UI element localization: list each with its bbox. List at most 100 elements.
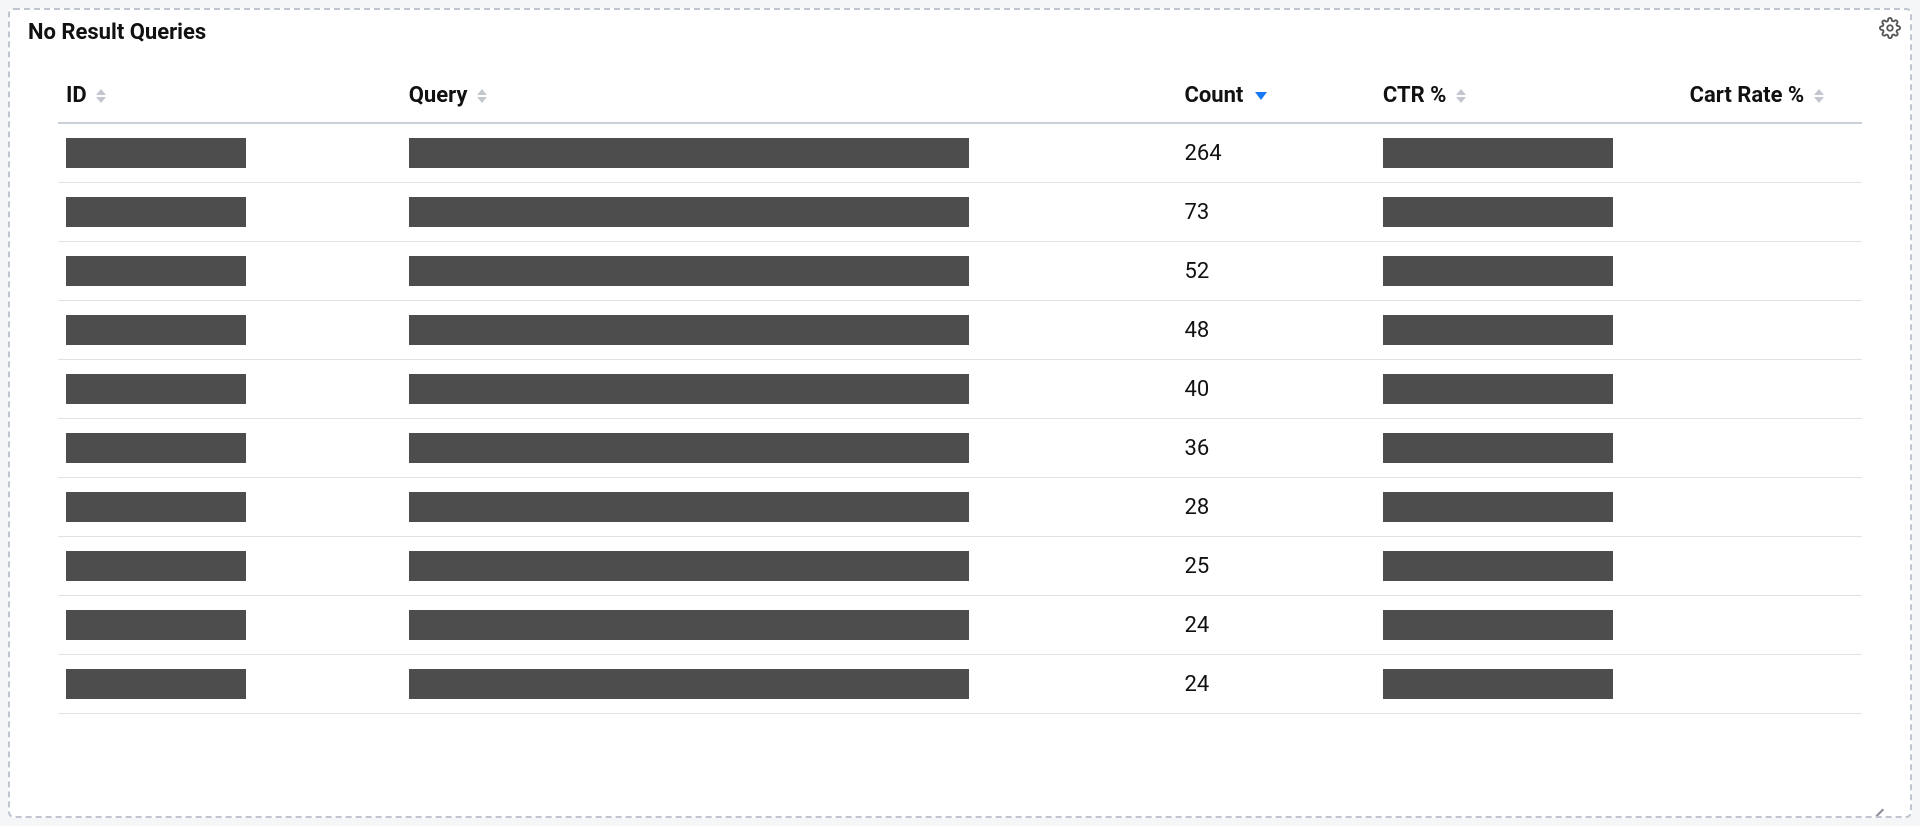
cell-id: [58, 183, 401, 242]
redacted-block: [1383, 138, 1613, 168]
panel-header: No Result Queries: [10, 10, 1910, 49]
table-row[interactable]: 25: [58, 537, 1862, 596]
count-value: 264: [1184, 141, 1221, 166]
redacted-block: [1383, 374, 1613, 404]
cell-ctr: [1375, 655, 1682, 714]
cell-cart: [1682, 123, 1862, 183]
cell-ctr: [1375, 537, 1682, 596]
cell-query: [401, 301, 1177, 360]
count-value: 24: [1184, 672, 1209, 697]
cell-query: [401, 655, 1177, 714]
redacted-block: [66, 256, 246, 286]
cell-count: 36: [1176, 419, 1374, 478]
cell-ctr: [1375, 183, 1682, 242]
count-value: 24: [1184, 613, 1209, 638]
no-result-queries-panel: No Result Queries: [8, 8, 1912, 818]
redacted-block: [409, 138, 969, 168]
redacted-block: [409, 315, 969, 345]
redacted-block: [66, 374, 246, 404]
panel-title: No Result Queries: [28, 20, 206, 45]
redacted-block: [409, 433, 969, 463]
redacted-block: [66, 433, 246, 463]
sort-icon: [1456, 89, 1466, 103]
col-header-label: CTR %: [1383, 83, 1447, 108]
cell-count: 48: [1176, 301, 1374, 360]
queries-table: ID Query Count: [58, 65, 1862, 714]
redacted-block: [409, 551, 969, 581]
scroll-spacer: [58, 714, 1862, 806]
cell-query: [401, 242, 1177, 301]
redacted-block: [409, 197, 969, 227]
cell-query: [401, 537, 1177, 596]
redacted-block: [1383, 256, 1613, 286]
cell-id: [58, 596, 401, 655]
panel-settings-button[interactable]: [1876, 16, 1904, 44]
redacted-block: [409, 374, 969, 404]
cell-ctr: [1375, 123, 1682, 183]
col-header-label: Cart Rate %: [1690, 83, 1805, 108]
table-row[interactable]: 24: [58, 596, 1862, 655]
count-value: 25: [1184, 554, 1209, 579]
redacted-block: [409, 610, 969, 640]
redacted-block: [1383, 551, 1613, 581]
cell-count: 25: [1176, 537, 1374, 596]
count-value: 28: [1184, 495, 1209, 520]
redacted-block: [66, 315, 246, 345]
cell-ctr: [1375, 596, 1682, 655]
col-header-ctr[interactable]: CTR %: [1375, 65, 1682, 123]
redacted-block: [1383, 433, 1613, 463]
redacted-block: [1383, 610, 1613, 640]
table-row[interactable]: 264: [58, 123, 1862, 183]
cell-ctr: [1375, 360, 1682, 419]
cell-ctr: [1375, 419, 1682, 478]
col-header-label: Count: [1184, 83, 1243, 108]
redacted-block: [1383, 492, 1613, 522]
redacted-block: [1383, 197, 1613, 227]
cell-cart: [1682, 183, 1862, 242]
cell-count: 24: [1176, 655, 1374, 714]
cell-query: [401, 360, 1177, 419]
table-scroll-area[interactable]: ID Query Count: [30, 49, 1890, 806]
count-value: 48: [1184, 318, 1209, 343]
cell-cart: [1682, 655, 1862, 714]
col-header-label: ID: [66, 83, 87, 108]
cell-ctr: [1375, 242, 1682, 301]
panel-body: ID Query Count: [10, 49, 1910, 816]
cell-id: [58, 123, 401, 183]
cell-cart: [1682, 242, 1862, 301]
cell-cart: [1682, 478, 1862, 537]
table-row[interactable]: 73: [58, 183, 1862, 242]
table-row[interactable]: 52: [58, 242, 1862, 301]
col-header-query[interactable]: Query: [401, 65, 1177, 123]
redacted-block: [409, 492, 969, 522]
sort-desc-icon: [1255, 92, 1267, 100]
table-row[interactable]: 40: [58, 360, 1862, 419]
cell-query: [401, 596, 1177, 655]
redacted-block: [66, 138, 246, 168]
cell-query: [401, 478, 1177, 537]
cell-count: 73: [1176, 183, 1374, 242]
cell-id: [58, 360, 401, 419]
cell-id: [58, 537, 401, 596]
cell-cart: [1682, 537, 1862, 596]
table-row[interactable]: 36: [58, 419, 1862, 478]
count-value: 40: [1184, 377, 1209, 402]
cell-count: 40: [1176, 360, 1374, 419]
col-header-cart[interactable]: Cart Rate %: [1682, 65, 1862, 123]
redacted-block: [1383, 669, 1613, 699]
table-row[interactable]: 48: [58, 301, 1862, 360]
cell-count: 264: [1176, 123, 1374, 183]
table-row[interactable]: 24: [58, 655, 1862, 714]
cell-id: [58, 655, 401, 714]
col-header-count[interactable]: Count: [1176, 65, 1374, 123]
cell-count: 24: [1176, 596, 1374, 655]
col-header-id[interactable]: ID: [58, 65, 401, 123]
redacted-block: [66, 610, 246, 640]
gear-icon: [1879, 17, 1901, 43]
cell-id: [58, 478, 401, 537]
cell-cart: [1682, 596, 1862, 655]
table-row[interactable]: 28: [58, 478, 1862, 537]
redacted-block: [66, 669, 246, 699]
count-value: 73: [1184, 200, 1209, 225]
cell-count: 28: [1176, 478, 1374, 537]
